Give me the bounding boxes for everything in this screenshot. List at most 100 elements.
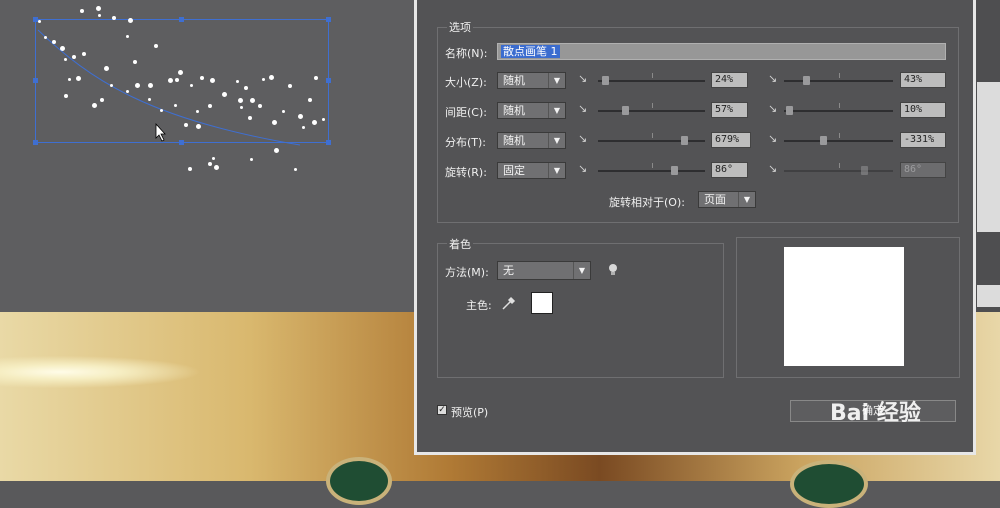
brush-dot: [126, 90, 129, 93]
brush-dot: [44, 36, 47, 39]
brush-dot: [110, 84, 113, 87]
brush-dot: [282, 110, 285, 113]
artboard-canvas[interactable]: [0, 0, 418, 312]
slider-track[interactable]: [598, 170, 705, 172]
size-max-field[interactable]: 43%: [900, 72, 946, 88]
rotation-mode-select[interactable]: 固定 ▼: [497, 162, 566, 179]
dropdown-arrow-icon: ▼: [738, 192, 755, 207]
slider-thumb[interactable]: [602, 76, 609, 85]
rotation-relative-select[interactable]: 页面 ▼: [698, 191, 756, 208]
slider-thumb[interactable]: [786, 106, 793, 115]
brush-dot: [214, 165, 219, 170]
brush-dot: [148, 98, 151, 101]
brush-dot: [236, 80, 239, 83]
slider-center-tick: [838, 163, 840, 168]
spacing-max-field[interactable]: 10%: [900, 102, 946, 118]
slider-thumb[interactable]: [820, 136, 827, 145]
scatter-max-field[interactable]: -331%: [900, 132, 946, 148]
brush-name-input[interactable]: 散点画笔 1: [497, 43, 946, 60]
brush-dot: [38, 20, 41, 23]
pressure-pen-icon[interactable]: ↘: [768, 73, 782, 85]
brush-dot: [322, 118, 325, 121]
brush-dot: [308, 98, 312, 102]
slider-track[interactable]: [598, 80, 705, 82]
green-disc-decoration: [790, 460, 868, 508]
brush-dot: [262, 78, 265, 81]
key-color-label: 主色:: [466, 299, 492, 312]
brush-dot: [302, 126, 305, 129]
brush-dot: [92, 103, 97, 108]
brush-dot: [188, 167, 192, 171]
brush-dot: [274, 148, 279, 153]
slider-track[interactable]: [598, 140, 705, 142]
slider-thumb[interactable]: [671, 166, 678, 175]
slider-track[interactable]: [784, 80, 893, 82]
brush-dot: [160, 109, 163, 112]
brush-dot: [196, 110, 199, 113]
brush-preview: [784, 247, 904, 366]
brush-dot: [175, 78, 179, 82]
slider-center-tick: [838, 133, 840, 138]
slider-thumb[interactable]: [803, 76, 810, 85]
slider-center-tick: [651, 103, 653, 108]
scatter-min-field[interactable]: 679%: [711, 132, 751, 148]
slider-thumb[interactable]: [622, 106, 629, 115]
slider-thumb[interactable]: [681, 136, 688, 145]
slider-center-tick: [651, 163, 653, 168]
brush-dot: [133, 60, 137, 64]
pressure-pen-icon[interactable]: ↘: [578, 133, 592, 145]
brush-dot: [68, 78, 71, 81]
scatter-mode-select[interactable]: 随机 ▼: [497, 132, 566, 149]
brush-dot: [98, 14, 101, 17]
scatter-brush-options-dialog: 选项 着色: [414, 0, 976, 455]
pressure-pen-icon[interactable]: ↘: [768, 163, 782, 175]
scatter-label: 分布(T):: [445, 136, 487, 149]
slider-track[interactable]: [784, 170, 893, 172]
brush-dot: [80, 9, 84, 13]
brush-dot: [184, 123, 188, 127]
pressure-pen-icon[interactable]: ↘: [578, 103, 592, 115]
brush-dot: [190, 84, 193, 87]
pressure-pen-icon[interactable]: ↘: [578, 73, 592, 85]
preview-checkbox[interactable]: ✓: [437, 405, 447, 415]
spacing-mode-select[interactable]: 随机 ▼: [497, 102, 566, 119]
slider-track[interactable]: [598, 110, 705, 112]
colorization-group-title: 着色: [447, 236, 473, 252]
checkmark-icon: ✓: [438, 405, 446, 415]
brush-dot: [250, 158, 253, 161]
key-color-swatch[interactable]: [531, 292, 553, 314]
slider-track[interactable]: [784, 140, 893, 142]
rotation-relative-label: 旋转相对于(O):: [609, 196, 685, 209]
brush-dot: [258, 104, 262, 108]
slider-center-tick: [838, 103, 840, 108]
spacing-min-field[interactable]: 57%: [711, 102, 748, 118]
slider-thumb[interactable]: [861, 166, 868, 175]
brush-dot: [298, 114, 303, 119]
dropdown-arrow-icon: ▼: [548, 103, 565, 118]
preview-label: 预览(P): [451, 406, 489, 419]
slider-center-tick: [651, 73, 653, 78]
method-select[interactable]: 无 ▼: [497, 261, 591, 280]
cursor-arrow-icon: [155, 122, 166, 142]
dropdown-arrow-icon: ▼: [548, 163, 565, 178]
brush-dot: [244, 86, 248, 90]
pressure-pen-icon[interactable]: ↘: [768, 133, 782, 145]
eyedropper-icon[interactable]: [501, 295, 517, 311]
pressure-pen-icon[interactable]: ↘: [768, 103, 782, 115]
green-disc-decoration: [326, 457, 392, 505]
brush-dot: [288, 84, 292, 88]
brush-dot: [135, 83, 140, 88]
brush-dot: [294, 168, 297, 171]
size-mode-select[interactable]: 随机 ▼: [497, 72, 566, 89]
rotation-label: 旋转(R):: [445, 166, 487, 179]
size-label: 大小(Z):: [445, 76, 487, 89]
brush-name-value: 散点画笔 1: [501, 45, 560, 58]
brush-dot: [148, 83, 153, 88]
pressure-pen-icon[interactable]: ↘: [578, 163, 592, 175]
brush-dot: [64, 58, 67, 61]
slider-track[interactable]: [784, 110, 893, 112]
rotation-min-field[interactable]: 86°: [711, 162, 748, 178]
size-min-field[interactable]: 24%: [711, 72, 748, 88]
right-panel-strip: [975, 0, 1000, 312]
tip-bulb-icon[interactable]: [607, 263, 619, 277]
